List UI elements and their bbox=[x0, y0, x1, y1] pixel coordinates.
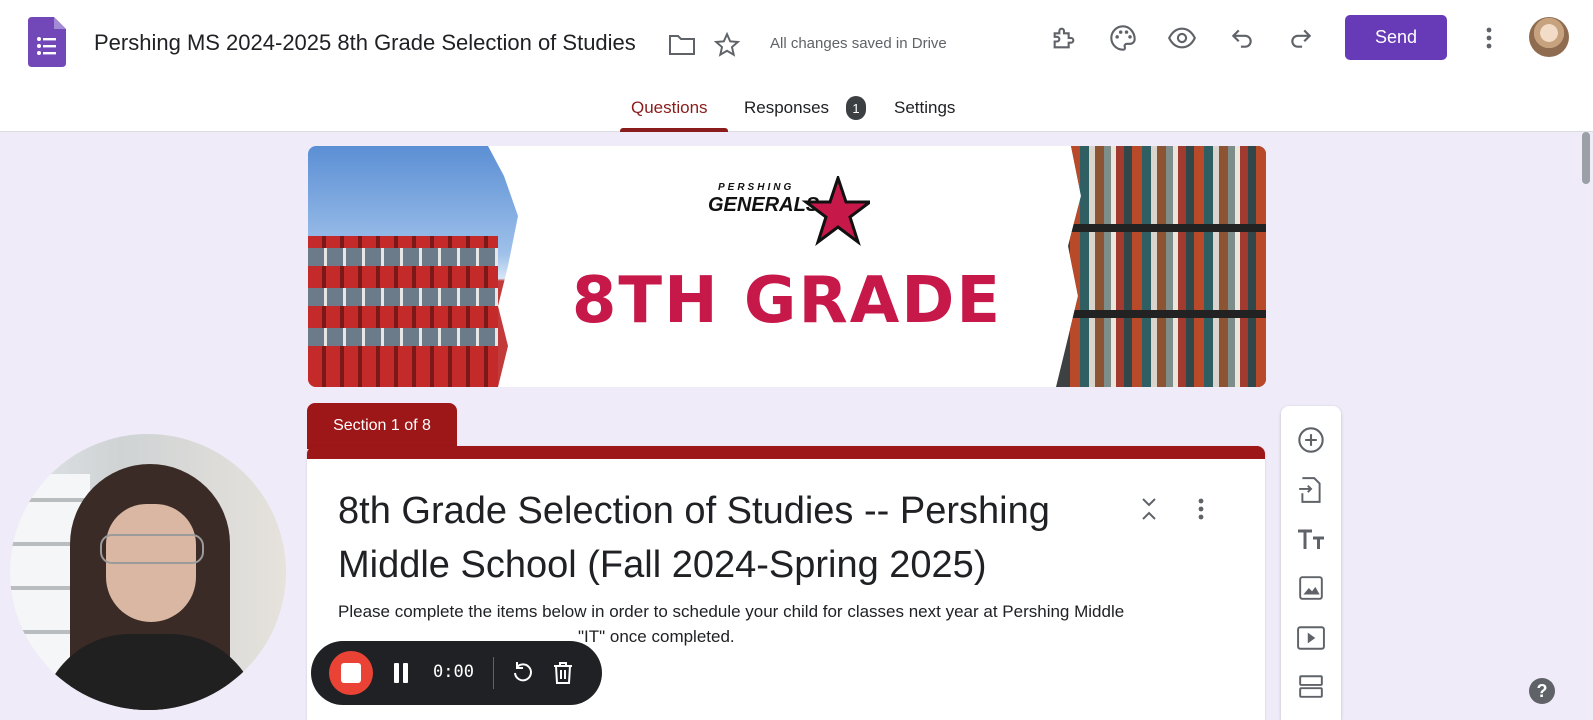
document-title[interactable]: Pershing MS 2024-2025 8th Grade Selectio… bbox=[94, 30, 636, 56]
active-tab-indicator bbox=[620, 128, 728, 132]
import-questions-icon[interactable] bbox=[1295, 474, 1327, 506]
add-title-icon[interactable] bbox=[1295, 524, 1327, 556]
form-title[interactable]: 8th Grade Selection of Studies -- Pershi… bbox=[338, 484, 1098, 592]
webcam-preview bbox=[10, 434, 286, 710]
scrollbar-thumb[interactable] bbox=[1582, 132, 1590, 184]
generals-logo: PERSHING GENERALS bbox=[708, 176, 870, 248]
responses-count-badge: 1 bbox=[846, 96, 866, 120]
folder-icon[interactable] bbox=[664, 27, 700, 63]
recording-controls: 0:00 bbox=[311, 641, 602, 705]
top-header: Pershing MS 2024-2025 8th Grade Selectio… bbox=[0, 0, 1593, 132]
star-logo-icon bbox=[801, 176, 870, 247]
page-scrollbar[interactable] bbox=[1579, 132, 1593, 720]
undo-icon[interactable] bbox=[1224, 20, 1260, 56]
delete-icon[interactable] bbox=[549, 659, 577, 687]
tab-responses[interactable]: Responses bbox=[744, 98, 829, 118]
add-image-icon[interactable] bbox=[1295, 572, 1327, 604]
account-avatar[interactable] bbox=[1529, 17, 1569, 57]
banner-headline: 8TH GRADE bbox=[571, 264, 1003, 338]
send-button[interactable]: Send bbox=[1345, 15, 1447, 60]
palette-icon[interactable] bbox=[1105, 20, 1141, 56]
restart-icon[interactable] bbox=[509, 659, 537, 687]
redo-icon[interactable] bbox=[1283, 20, 1319, 56]
tab-questions[interactable]: Questions bbox=[631, 98, 708, 118]
preview-eye-icon[interactable] bbox=[1164, 20, 1200, 56]
header-banner-image: PERSHING GENERALS 8TH GRADE bbox=[308, 146, 1266, 387]
stop-recording-button[interactable] bbox=[329, 651, 373, 695]
recording-timer: 0:00 bbox=[433, 662, 474, 682]
section-more-icon[interactable] bbox=[1187, 495, 1215, 523]
addons-icon[interactable] bbox=[1046, 20, 1082, 56]
forms-app-icon[interactable] bbox=[28, 17, 66, 67]
add-video-icon[interactable] bbox=[1295, 622, 1327, 654]
collapse-section-icon[interactable] bbox=[1135, 495, 1163, 523]
more-vert-icon[interactable] bbox=[1471, 20, 1507, 56]
add-question-icon[interactable] bbox=[1295, 424, 1327, 456]
star-icon[interactable] bbox=[709, 27, 745, 63]
stop-icon bbox=[341, 663, 361, 683]
question-toolbar bbox=[1281, 406, 1341, 720]
tab-settings[interactable]: Settings bbox=[894, 98, 955, 118]
help-icon[interactable]: ? bbox=[1529, 678, 1555, 704]
divider bbox=[493, 657, 494, 689]
save-status: All changes saved in Drive bbox=[770, 35, 947, 52]
section-label: Section 1 of 8 bbox=[307, 403, 457, 449]
add-section-icon[interactable] bbox=[1295, 670, 1327, 702]
pause-icon[interactable] bbox=[389, 661, 413, 685]
glasses bbox=[100, 534, 204, 564]
